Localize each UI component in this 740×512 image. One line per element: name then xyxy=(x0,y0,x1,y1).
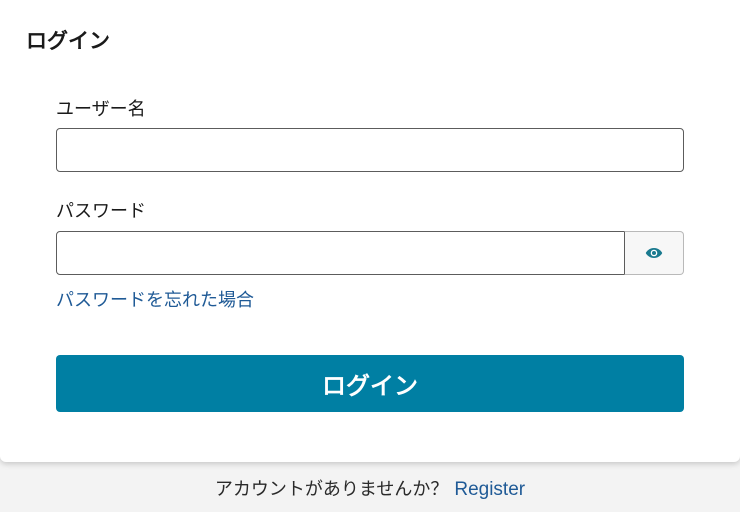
card-title: ログイン xyxy=(26,29,110,53)
show-password-button[interactable] xyxy=(624,231,684,275)
register-link[interactable]: Register xyxy=(454,479,525,500)
forgot-password-link[interactable]: パスワードを忘れた場合 xyxy=(56,289,254,313)
username-label: ユーザー名 xyxy=(56,99,146,120)
login-card: ログイン ユーザー名 パスワード パスワードを忘れた場合 ログイン xyxy=(0,0,740,462)
password-label: パスワード xyxy=(56,201,146,222)
login-button[interactable]: ログイン xyxy=(56,355,684,412)
password-input[interactable] xyxy=(56,231,626,275)
username-input[interactable] xyxy=(56,128,684,172)
eye-icon xyxy=(645,248,663,258)
no-account-text: アカウントがありませんか？ xyxy=(214,479,449,500)
register-footer: アカウントがありませんか？ Register xyxy=(0,476,740,504)
